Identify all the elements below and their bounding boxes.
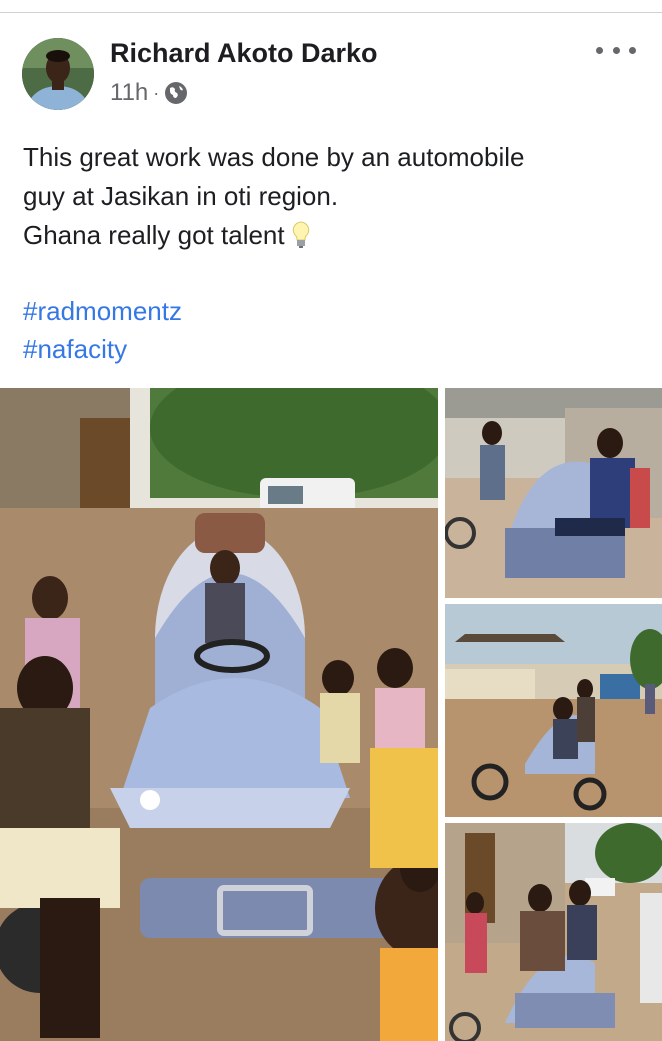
author-name[interactable]: Richard Akoto Darko	[110, 38, 378, 69]
top-divider	[0, 12, 662, 13]
photo-2[interactable]	[445, 388, 662, 598]
post-body: This great work was done by an automobil…	[23, 138, 643, 255]
photo-main[interactable]	[0, 388, 438, 1041]
globe-icon[interactable]	[164, 81, 188, 105]
avatar[interactable]	[22, 38, 94, 110]
post-text-line-1: This great work was done by an automobil…	[23, 142, 525, 172]
photo-4[interactable]	[445, 823, 662, 1041]
post-text-line-2: guy at Jasikan in oti region.	[23, 181, 339, 211]
more-options-icon[interactable]	[596, 40, 636, 60]
post-text-line-3-text: Ghana really got talent	[23, 220, 285, 250]
meta-separator: ·	[153, 82, 160, 103]
hashtag-link[interactable]: #nafacity	[23, 330, 182, 368]
hashtag-link[interactable]: #radmomentz	[23, 292, 182, 330]
post-meta: 11h ·	[110, 79, 188, 107]
post-text-line-3: Ghana really got talent	[23, 216, 643, 255]
post-time[interactable]: 11h	[110, 79, 148, 107]
hashtag-list: #radmomentz #nafacity	[23, 292, 182, 368]
photo-3[interactable]	[445, 604, 662, 817]
light-bulb-icon	[291, 220, 311, 250]
